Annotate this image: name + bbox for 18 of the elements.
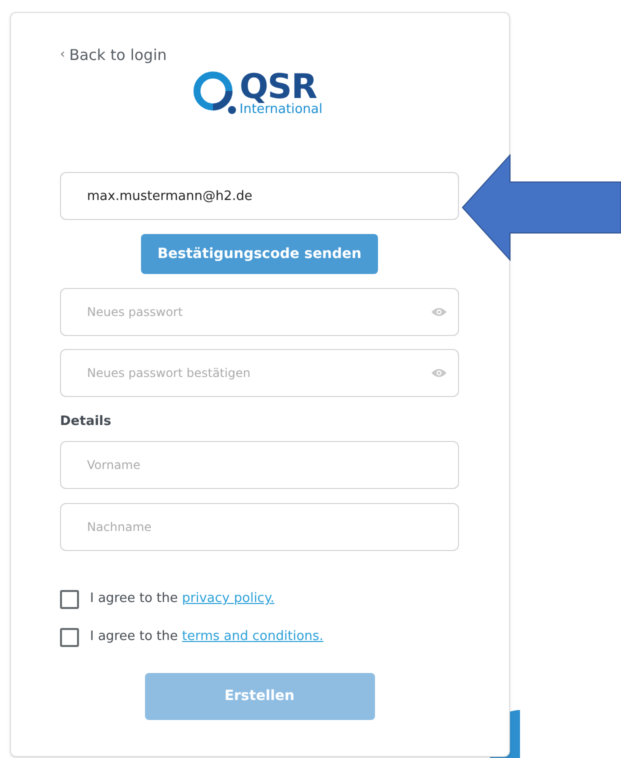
checkbox[interactable] [60,590,79,608]
checkbox[interactable] [60,628,79,646]
password-field[interactable]: Neues passwort [60,288,459,336]
details-heading: Details [60,413,112,431]
agreement-link[interactable]: privacy policy. [182,591,274,606]
agreement-text: I agree to the privacy policy. [90,590,274,608]
email-field[interactable]: max.mustermann@h2.de [60,172,459,220]
logo-mark-icon [192,71,236,115]
back-link[interactable]: ‹ Back to login [60,44,167,66]
password-field[interactable]: Neues passwort bestätigen [60,349,459,397]
agreement-text: I agree to the terms and conditions. [90,628,324,646]
input-field[interactable]: Nachname [60,503,459,551]
logo-name: QSR [240,70,317,102]
agreement-link[interactable]: terms and conditions. [182,629,324,644]
send-code-button[interactable]: Bestätigungscode senden [141,234,378,274]
logo-tagline: International [240,102,322,116]
input-field[interactable]: Vorname [60,441,459,489]
chevron-icon: ‹ [60,45,66,65]
